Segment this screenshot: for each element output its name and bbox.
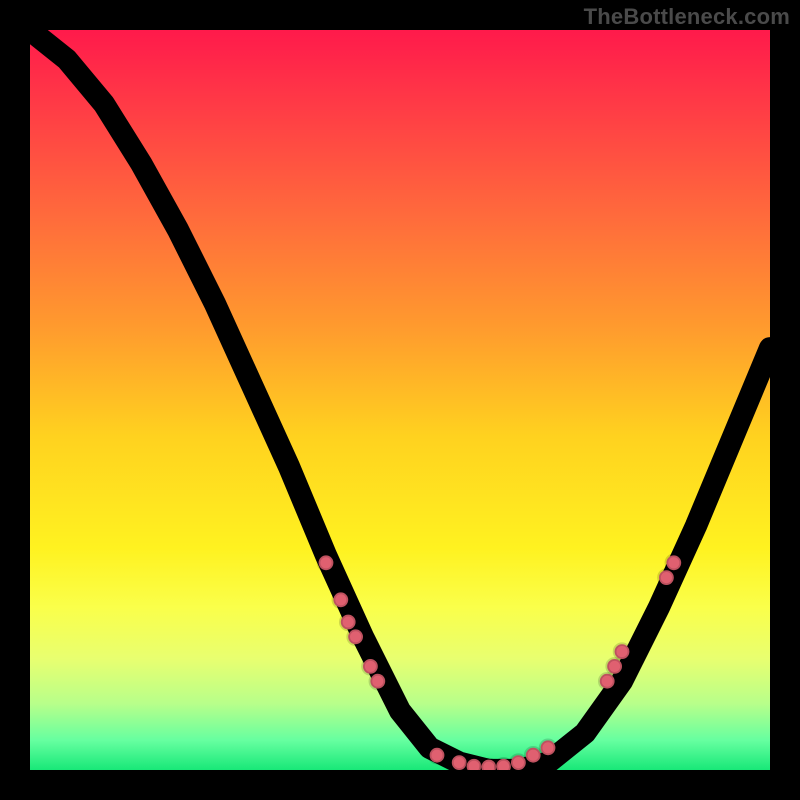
bottleneck-curve (30, 30, 770, 770)
data-point (666, 555, 681, 570)
data-point (496, 759, 511, 770)
data-point (467, 759, 482, 770)
data-point (511, 755, 526, 770)
data-point (615, 644, 630, 659)
data-point (341, 615, 356, 630)
watermark-text: TheBottleneck.com (584, 4, 790, 30)
data-point (430, 748, 445, 763)
data-point (370, 674, 385, 689)
data-point (659, 570, 674, 585)
data-point (607, 659, 622, 674)
data-point (333, 592, 348, 607)
data-point (363, 659, 378, 674)
chart-frame: TheBottleneck.com (0, 0, 800, 800)
data-point (481, 760, 496, 770)
data-point (348, 629, 363, 644)
data-point (526, 748, 541, 763)
data-point (600, 674, 615, 689)
data-point (541, 740, 556, 755)
plot-area (30, 30, 770, 770)
data-point (452, 755, 467, 770)
curve-layer (30, 30, 770, 770)
data-point (319, 555, 334, 570)
